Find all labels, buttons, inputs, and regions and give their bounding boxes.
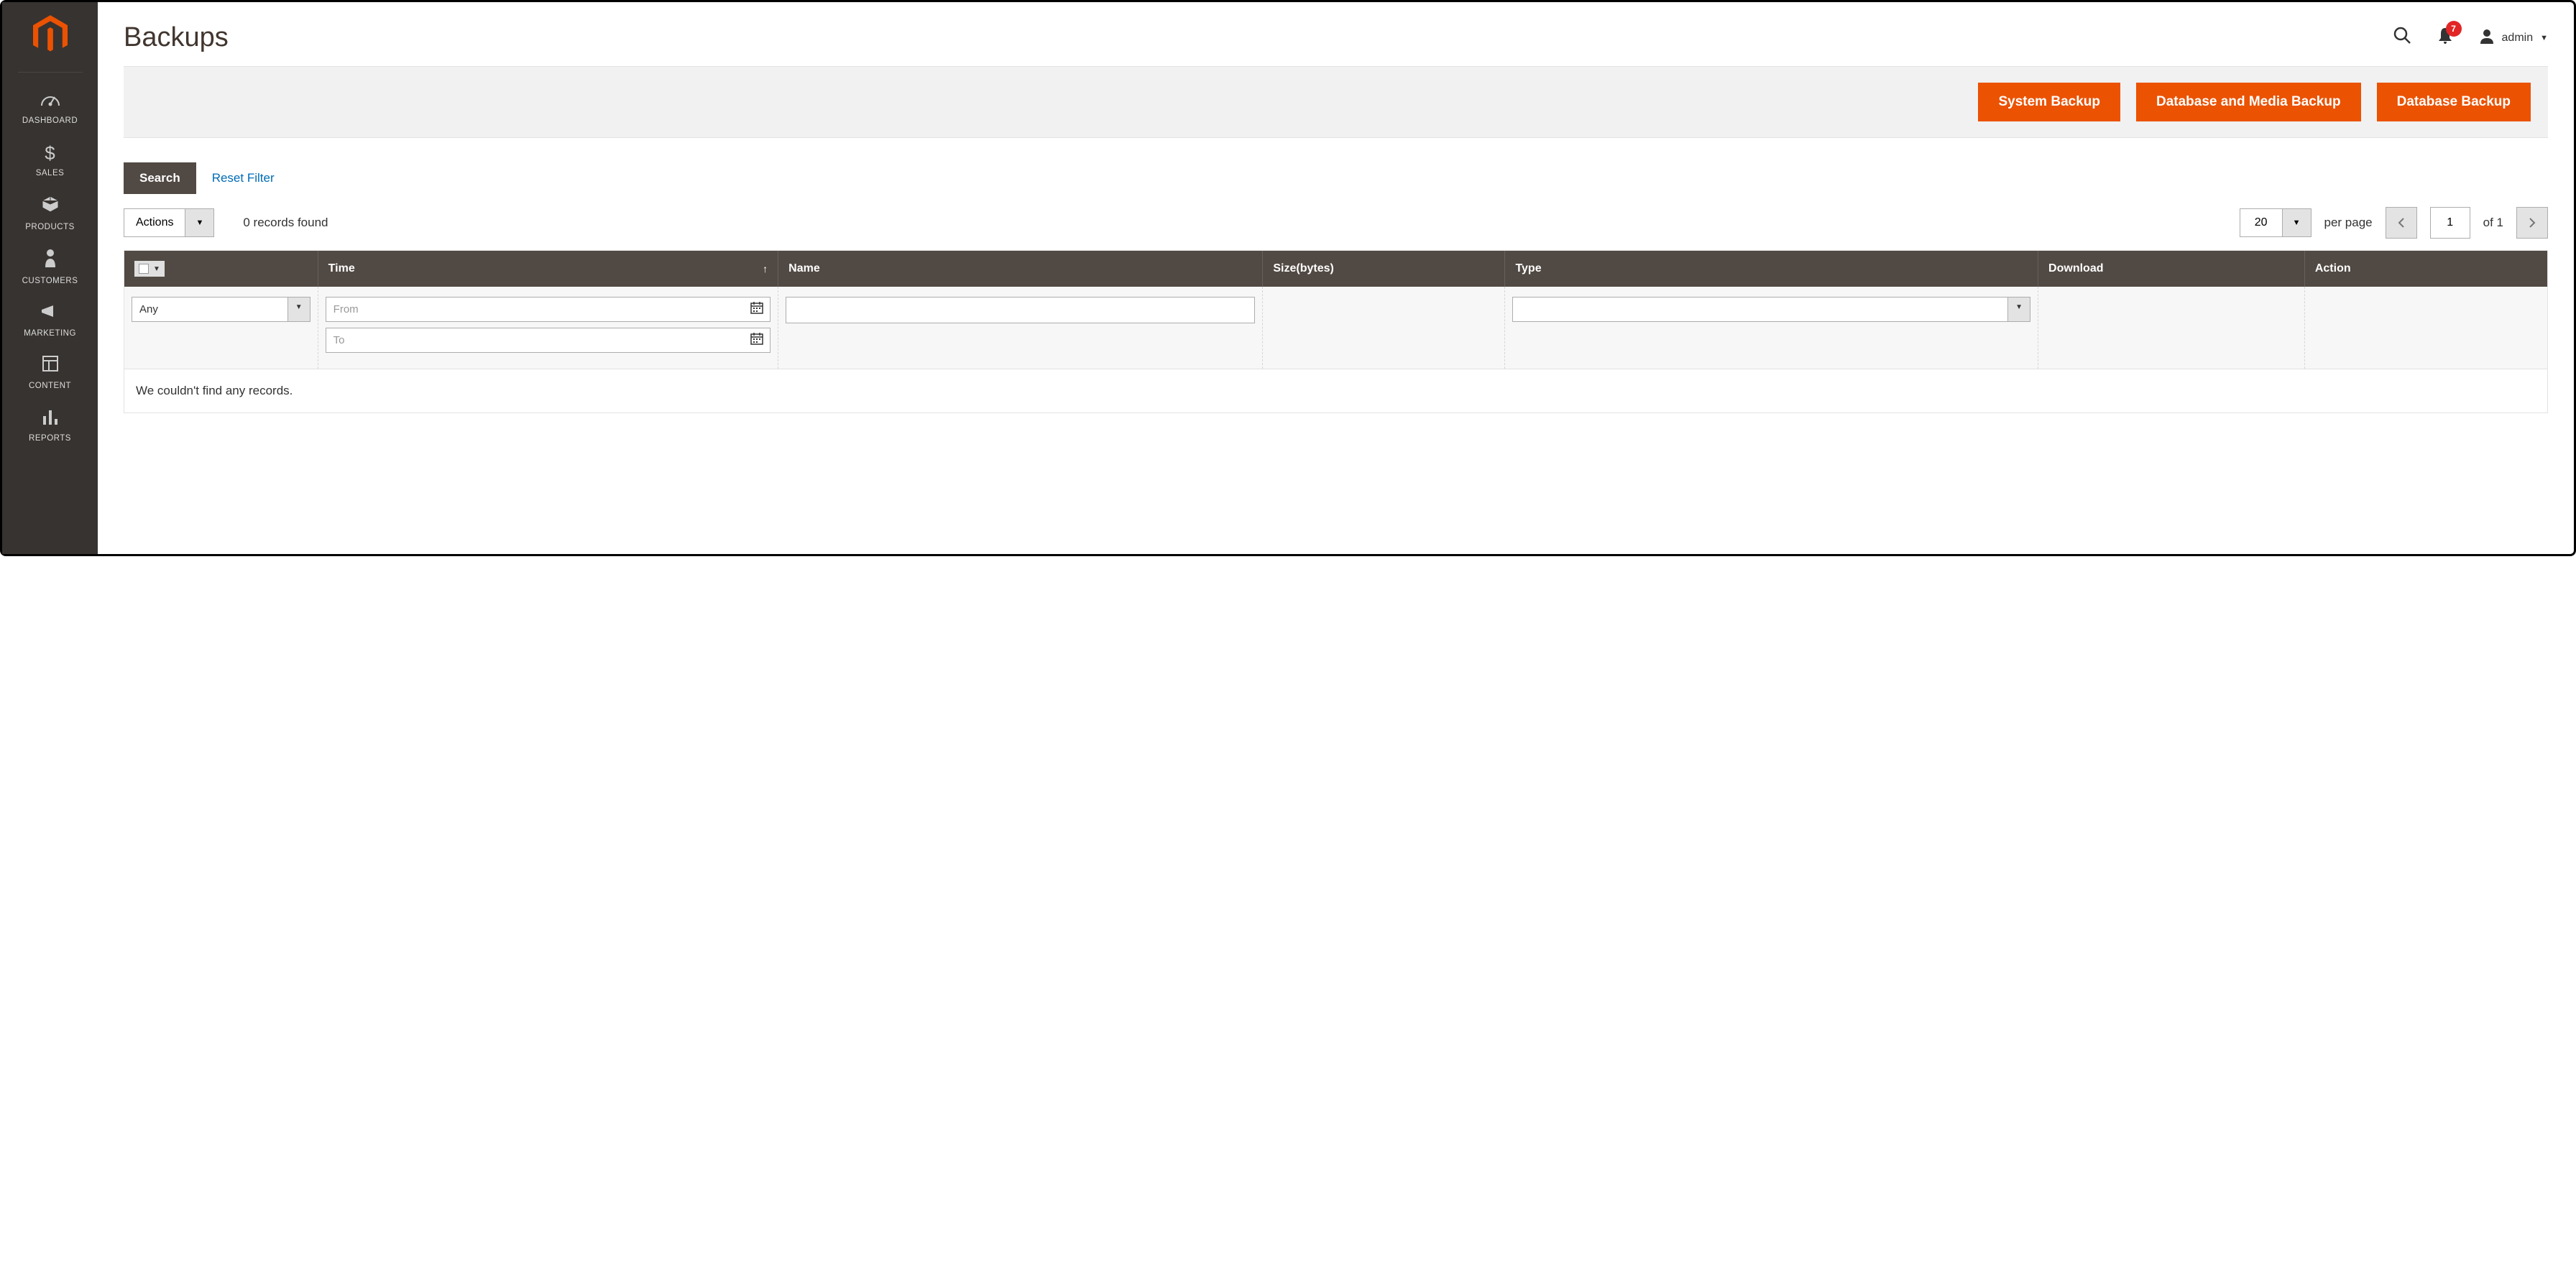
page-header: Backups 7 admin ▼ (124, 2, 2548, 66)
caret-down-icon: ▼ (2540, 34, 2548, 42)
column-header-download: Download (2038, 251, 2305, 287)
layout-icon (42, 355, 59, 377)
sidebar-divider (18, 72, 83, 73)
nav-sales-label: SALES (36, 169, 65, 177)
grid-toolbar: Actions ▼ 0 records found ▼ per page of … (124, 207, 2548, 239)
header-actions: 7 admin ▼ (2393, 26, 2548, 50)
calendar-icon[interactable] (744, 331, 770, 349)
prev-page-button[interactable] (2386, 207, 2417, 239)
page-title: Backups (124, 22, 229, 53)
main-content: Backups 7 admin ▼ (98, 2, 2574, 554)
notifications-button[interactable]: 7 (2437, 27, 2453, 49)
filter-date-from-input[interactable] (326, 297, 744, 321)
backup-action-bar: System Backup Database and Media Backup … (124, 66, 2548, 138)
chevron-down-icon[interactable]: ▼ (2007, 297, 2030, 321)
nav-reports-label: REPORTS (29, 434, 71, 443)
search-button[interactable]: Search (124, 162, 196, 194)
nav-dashboard-label: DASHBOARD (22, 116, 78, 125)
page-size-toggle[interactable]: ▼ (2282, 209, 2311, 236)
column-header-select: ▼ (124, 251, 318, 287)
next-page-button[interactable] (2516, 207, 2548, 239)
column-header-type[interactable]: Type (1505, 251, 2038, 287)
page-size-select[interactable]: ▼ (2240, 208, 2312, 237)
calendar-icon[interactable] (744, 300, 770, 318)
grid-empty-message: We couldn't find any records. (124, 369, 2547, 412)
user-name: admin (2502, 32, 2534, 45)
sort-arrow-icon: ↑ (763, 263, 768, 275)
column-header-action: Action (2305, 251, 2547, 287)
nav-marketing-label: MARKETING (24, 329, 76, 338)
nav-content[interactable]: CONTENT (2, 345, 98, 397)
megaphone-icon (40, 303, 60, 325)
nav-content-label: CONTENT (29, 382, 71, 390)
user-menu[interactable]: admin ▼ (2479, 28, 2548, 48)
page-size-input[interactable] (2240, 209, 2282, 236)
filter-date-to-input[interactable] (326, 328, 744, 352)
filter-date-from[interactable] (326, 297, 770, 322)
mass-actions-toggle[interactable]: ▼ (185, 209, 213, 236)
nav-products-label: PRODUCTS (25, 223, 75, 231)
bar-chart-icon (42, 407, 59, 430)
nav-dashboard[interactable]: DASHBOARD (2, 80, 98, 132)
column-header-time[interactable]: Time ↑ (318, 251, 778, 287)
nav-marketing[interactable]: MARKETING (2, 292, 98, 345)
filter-type-select[interactable]: ▼ (1512, 297, 2030, 322)
filter-select-any[interactable]: Any ▼ (132, 297, 310, 322)
gauge-icon (40, 90, 60, 112)
notification-badge: 7 (2446, 21, 2462, 37)
mass-actions-label[interactable]: Actions (124, 209, 185, 236)
person-icon (44, 249, 57, 272)
grid-header-row: ▼ Time ↑ Name Size(bytes) Type Download … (124, 251, 2547, 287)
column-header-size[interactable]: Size(bytes) (1263, 251, 1505, 287)
box-icon (41, 195, 60, 218)
dollar-icon: $ (45, 142, 55, 165)
page-total-label: of 1 (2483, 216, 2503, 230)
nav-products[interactable]: PRODUCTS (2, 185, 98, 239)
chevron-down-icon[interactable]: ▼ (288, 297, 310, 321)
records-found-text: 0 records found (243, 216, 328, 230)
system-backup-button[interactable]: System Backup (1978, 83, 2120, 121)
database-backup-button[interactable]: Database Backup (2377, 83, 2531, 121)
filter-name-input[interactable] (786, 297, 1255, 323)
nav-sales[interactable]: $ SALES (2, 132, 98, 185)
nav-customers[interactable]: CUSTOMERS (2, 239, 98, 292)
admin-sidebar: DASHBOARD $ SALES PRODUCTS CUSTOMERS MAR… (2, 2, 98, 554)
filter-date-to[interactable] (326, 328, 770, 353)
column-header-name[interactable]: Name (778, 251, 1263, 287)
search-icon[interactable] (2393, 26, 2411, 50)
current-page-input[interactable] (2430, 207, 2470, 239)
grid-filter-row: Any ▼ (124, 287, 2547, 369)
mass-actions-select[interactable]: Actions ▼ (124, 208, 214, 237)
database-media-backup-button[interactable]: Database and Media Backup (2136, 83, 2361, 121)
reset-filter-link[interactable]: Reset Filter (212, 171, 275, 185)
nav-reports[interactable]: REPORTS (2, 397, 98, 450)
backups-grid: ▼ Time ↑ Name Size(bytes) Type Download … (124, 250, 2548, 413)
user-icon (2479, 28, 2495, 48)
nav-customers-label: CUSTOMERS (22, 277, 78, 285)
per-page-label: per page (2324, 216, 2373, 230)
filter-row: Search Reset Filter (124, 162, 2548, 194)
select-all-checkbox[interactable]: ▼ (134, 261, 165, 277)
magento-logo-icon (33, 15, 68, 59)
